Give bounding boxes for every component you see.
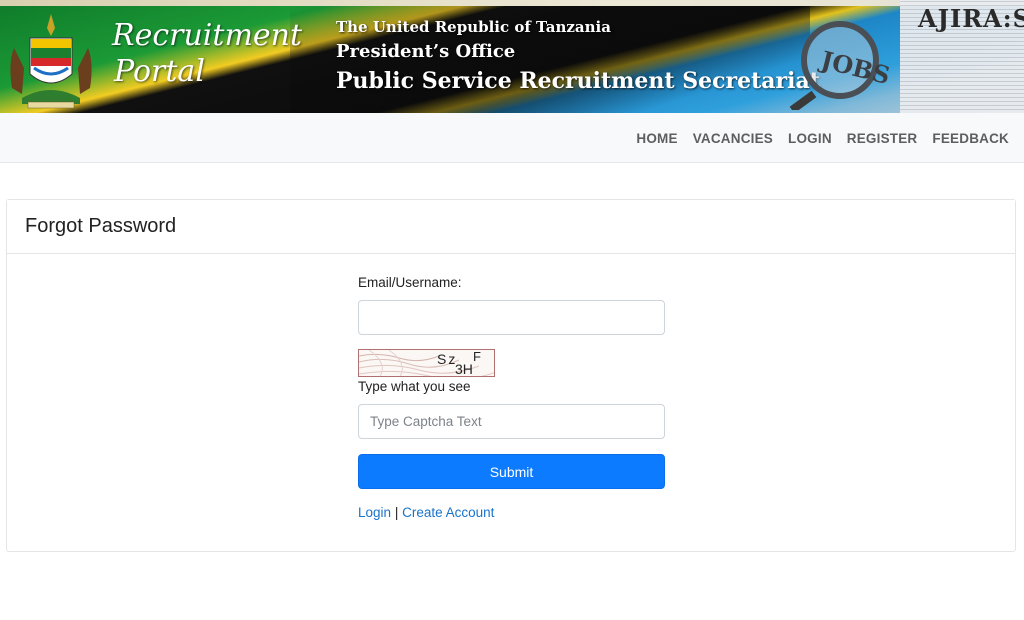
main-nav: HOME VACANCIES LOGIN REGISTER FEEDBACK [636,113,1009,163]
top-navbar: HOME VACANCIES LOGIN REGISTER FEEDBACK [0,113,1024,163]
nav-register-link[interactable]: REGISTER [847,131,918,146]
create-account-link[interactable]: Create Account [402,505,494,520]
org-line-republic: The United Republic of Tanzania [336,18,611,36]
forgot-password-card: Forgot Password Email/Username: Sz 3H F … [6,199,1016,552]
captcha-hint: Type what you see [358,379,471,394]
nav-home-link[interactable]: HOME [636,131,677,146]
page-title: Forgot Password [25,215,177,237]
captcha-text-f: F [473,349,481,364]
forgot-password-form: Email/Username: Sz 3H F Type what you se… [358,274,665,520]
coat-of-arms-icon [10,14,92,109]
captcha-text-sub: 3H [455,361,473,377]
auth-links: Login | Create Account [358,505,665,520]
link-separator: | [394,505,399,520]
nav-vacancies-link[interactable]: VACANCIES [693,131,773,146]
captcha-input[interactable] [358,404,665,439]
login-link[interactable]: Login [358,505,391,520]
email-input[interactable] [358,300,665,335]
portal-title: Recruitment Portal [112,18,302,90]
nav-login-link[interactable]: LOGIN [788,131,832,146]
magnifier-icon: JOBS [789,21,893,110]
portal-title-line1: Recruitment [112,18,303,53]
newspaper-headline: AJIRA:SE [918,4,1024,33]
submit-button[interactable]: Submit [358,454,665,489]
portal-title-line2: Portal [114,54,205,89]
card-header: Forgot Password [7,200,1015,254]
header-banner: Recruitment Portal The United Republic o… [0,0,1024,113]
nav-feedback-link[interactable]: FEEDBACK [932,131,1009,146]
org-line-office: President’s Office [336,41,516,62]
org-line-secretariat: Public Service Recruitment Secretariat [336,68,820,94]
captcha-image: Sz 3H F [358,349,495,377]
organization-name: The United Republic of Tanzania Presiden… [336,16,820,96]
email-label: Email/Username: [358,275,462,290]
